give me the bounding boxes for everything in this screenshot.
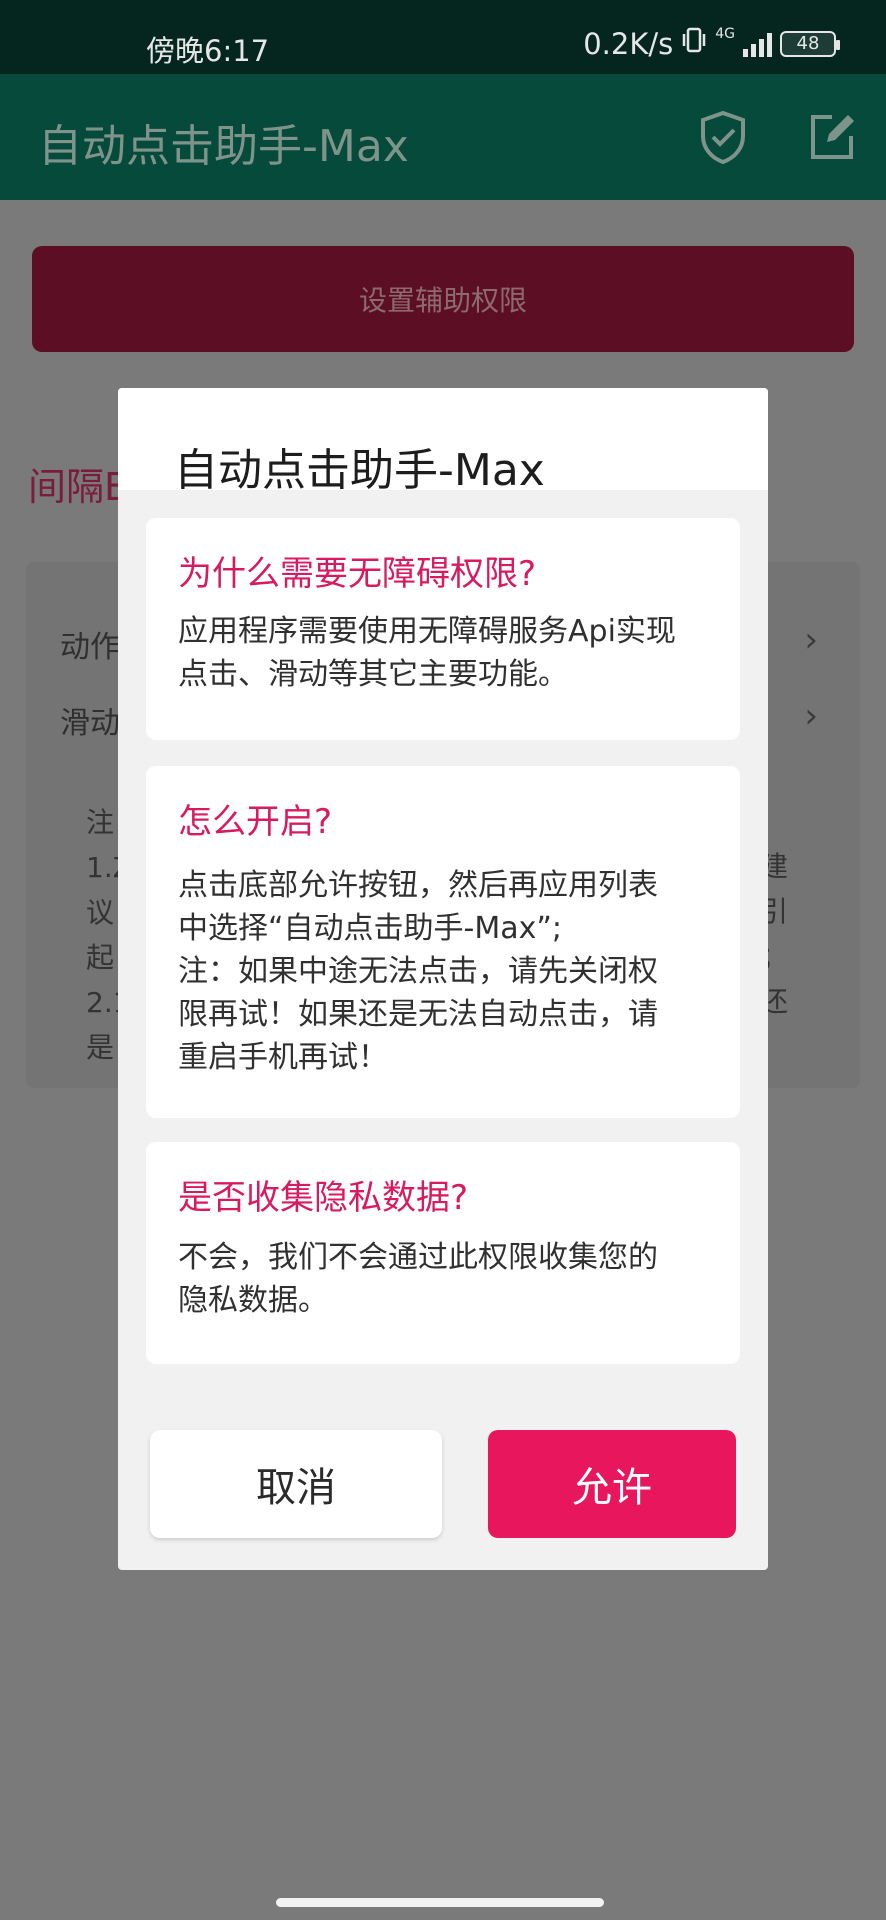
accessibility-permission-dialog: 自动点击助手-Max 为什么需要无障碍权限? 应用程序需要使用无障碍服务Api实… (118, 388, 768, 1570)
card-answer: 应用程序需要使用无障碍服务Api实现 点击、滑动等其它主要功能。 (178, 614, 676, 692)
home-indicator[interactable] (276, 1898, 604, 1907)
info-card-why: 为什么需要无障碍权限? 应用程序需要使用无障碍服务Api实现 点击、滑动等其它主… (146, 518, 740, 740)
edit-icon[interactable] (802, 108, 860, 166)
network-type: 4G (715, 26, 735, 42)
info-card-privacy: 是否收集隐私数据? 不会，我们不会通过此权限收集您的 隐私数据。 (146, 1142, 740, 1364)
dialog-header: 自动点击助手-Max (118, 388, 768, 496)
status-indicators: 0.2K/s 4G 48 (583, 26, 840, 61)
card-question: 为什么需要无障碍权限? (178, 554, 537, 594)
card-answer: 点击底部允许按钮，然后再应用列表 中选择“自动点击助手-Max”; 注：如果中途… (178, 868, 658, 1075)
battery-icon: 48 (780, 30, 840, 57)
chevron-right-icon: › (804, 620, 818, 660)
action-row-label[interactable]: 动作 (60, 622, 120, 666)
app-bar: 自动点击助手-Max (0, 74, 886, 200)
cancel-button[interactable]: 取消 (150, 1430, 442, 1538)
card-answer: 不会，我们不会通过此权限收集您的 隐私数据。 (178, 1240, 658, 1318)
interval-heading: 间隔B (28, 465, 131, 509)
status-time: 傍晚6:17 (146, 34, 270, 68)
battery-level: 48 (796, 33, 820, 54)
app-title: 自动点击助手-Max (38, 121, 409, 172)
chevron-right-icon: › (804, 696, 818, 736)
shield-check-icon[interactable] (694, 108, 752, 166)
vibrate-icon (681, 26, 707, 61)
card-question: 怎么开启? (178, 802, 333, 842)
card-question: 是否收集隐私数据? (178, 1178, 469, 1218)
signal-icon (743, 31, 772, 57)
status-bar: 傍晚6:17 0.2K/s 4G 48 (0, 0, 886, 74)
network-speed: 0.2K/s (583, 26, 674, 61)
swipe-row-label[interactable]: 滑动 (60, 698, 120, 742)
info-card-how: 怎么开启? 点击底部允许按钮，然后再应用列表 中选择“自动点击助手-Max”; … (146, 766, 740, 1118)
allow-button[interactable]: 允许 (488, 1430, 736, 1538)
dialog-title: 自动点击助手-Max (174, 445, 545, 496)
setup-permission-button[interactable]: 设置辅助权限 (32, 246, 854, 352)
